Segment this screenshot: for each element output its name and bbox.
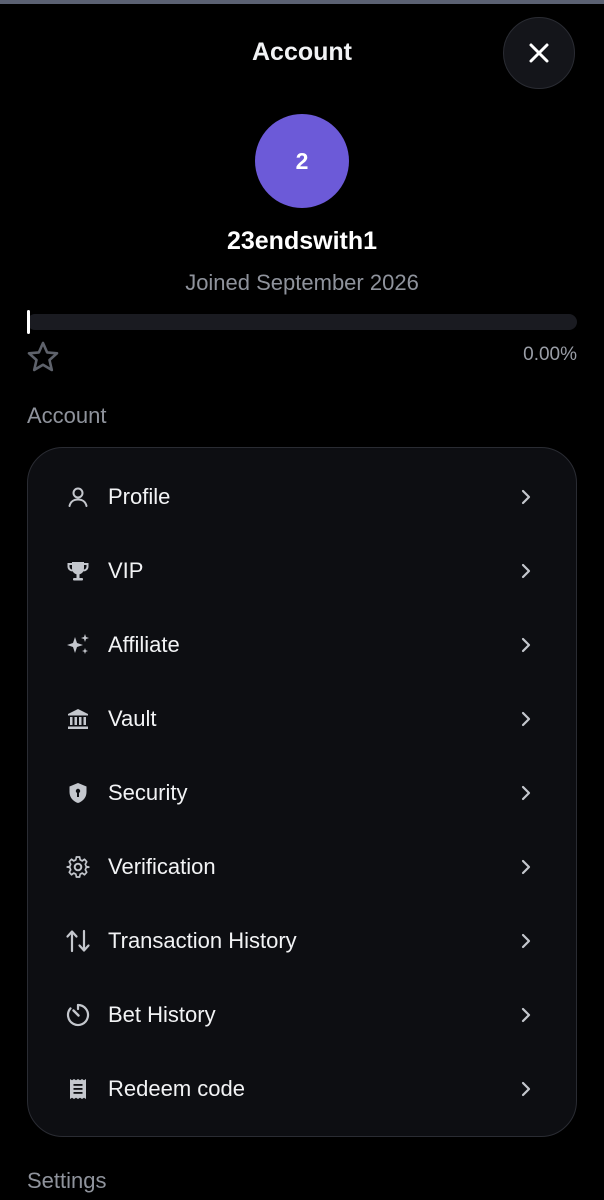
menu-item-label: VIP (108, 558, 144, 583)
chevron-right-icon (518, 489, 534, 505)
menu-item-label: Security (108, 780, 188, 805)
chevron-right-icon (518, 1081, 534, 1097)
menu-item-label: Bet History (108, 1002, 216, 1027)
menu-item-profile[interactable]: Profile (28, 467, 576, 527)
trophy-icon (65, 558, 91, 584)
chevron-right-icon (518, 563, 534, 579)
menu-item-security[interactable]: Security (28, 763, 576, 823)
section-label-account: Account (27, 403, 107, 428)
menu-item-affiliate[interactable]: Affiliate (28, 615, 576, 675)
menu-item-label: Verification (108, 854, 216, 879)
arrows-up-down-icon (65, 928, 91, 954)
account-menu: Profile VIP Affiliate Vault Security Ver… (27, 447, 577, 1137)
menu-item-label: Redeem code (108, 1076, 245, 1101)
menu-item-bet-history[interactable]: Bet History (28, 985, 576, 1045)
bank-icon (65, 706, 91, 732)
section-label-settings: Settings (27, 1168, 107, 1193)
menu-item-label: Profile (108, 484, 171, 509)
chevron-right-icon (518, 785, 534, 801)
avatar: 2 (255, 114, 349, 208)
gear-icon (65, 854, 91, 880)
star-icon (26, 340, 60, 374)
vip-progress-bar (27, 314, 577, 330)
chevron-right-icon (518, 859, 534, 875)
chevron-right-icon (518, 711, 534, 727)
chevron-right-icon (518, 933, 534, 949)
avatar-initial: 2 (295, 147, 309, 174)
menu-item-redeem-code[interactable]: Redeem code (28, 1059, 576, 1119)
timer-icon (65, 1002, 91, 1028)
sparkles-icon (65, 632, 91, 658)
menu-item-vip[interactable]: VIP (28, 541, 576, 601)
joined-date: Joined September 2026 (185, 270, 419, 295)
user-icon (65, 484, 91, 510)
shield-icon (65, 780, 91, 806)
menu-item-label: Vault (108, 706, 157, 731)
close-button[interactable] (503, 17, 575, 89)
menu-item-verification[interactable]: Verification (28, 837, 576, 897)
menu-item-label: Transaction History (108, 928, 297, 953)
menu-item-vault[interactable]: Vault (28, 689, 576, 749)
chevron-right-icon (518, 1007, 534, 1023)
menu-item-transaction-history[interactable]: Transaction History (28, 911, 576, 971)
close-icon (528, 42, 550, 64)
chevron-right-icon (518, 637, 534, 653)
username: 23endswith1 (226, 227, 378, 255)
receipt-icon (65, 1076, 91, 1102)
vip-progress-marker (27, 310, 30, 334)
window-top-border (0, 0, 604, 4)
menu-item-label: Affiliate (108, 632, 180, 657)
vip-progress-percent: 0.00% (523, 344, 577, 365)
